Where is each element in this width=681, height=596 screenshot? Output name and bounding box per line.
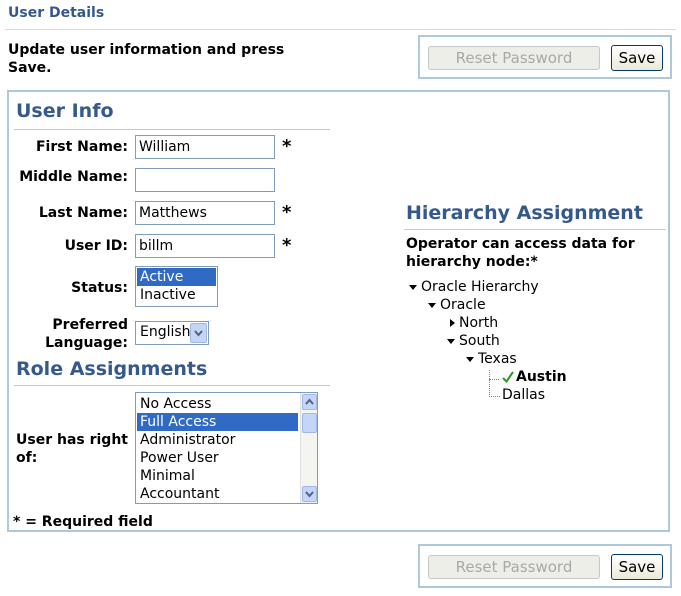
role-label: User has right of:: [16, 432, 128, 466]
save-button-bottom[interactable]: Save: [611, 554, 663, 580]
first-name-input[interactable]: William: [135, 135, 275, 159]
bottom-button-bar: Reset Password Save: [418, 544, 672, 588]
last-name-label: Last Name:: [38, 205, 128, 221]
status-listbox[interactable]: Active Inactive: [135, 266, 218, 307]
save-button-top[interactable]: Save: [611, 45, 663, 71]
role-option-administrator[interactable]: Administrator: [137, 431, 298, 449]
tree-node-label: North: [459, 315, 499, 331]
tree-node-label: Austin: [516, 369, 567, 385]
tree-node-label: South: [459, 333, 500, 349]
intro-text: Update user information and press Save.: [8, 42, 285, 76]
user-info-divider: [14, 129, 330, 130]
page-title: User Details: [8, 5, 105, 21]
role-option-minimal[interactable]: Minimal: [137, 467, 298, 485]
chevron-down-icon[interactable]: [190, 323, 207, 343]
hierarchy-title: Hierarchy Assignment: [406, 202, 643, 224]
status-option-active[interactable]: Active: [137, 268, 216, 286]
tree-node-oracle-hierarchy[interactable]: Oracle Hierarchy: [409, 279, 539, 295]
tree-node-label: Texas: [478, 351, 517, 367]
expand-right-icon[interactable]: [450, 319, 455, 327]
expand-down-icon[interactable]: [409, 284, 417, 290]
tree-node-south[interactable]: South: [447, 333, 500, 349]
user-info-title: User Info: [16, 100, 114, 122]
hierarchy-description: Operator can access data for hierarchy n…: [406, 236, 635, 270]
role-option-full-access[interactable]: Full Access: [137, 413, 298, 431]
expand-down-icon[interactable]: [428, 302, 436, 308]
user-id-input[interactable]: billm: [135, 234, 275, 258]
reset-password-button-bottom[interactable]: Reset Password: [428, 555, 600, 579]
tree-node-north[interactable]: North: [450, 315, 498, 331]
tree-connector: [489, 370, 499, 380]
tree-node-texas[interactable]: Texas: [466, 351, 517, 367]
hierarchy-divider: [404, 229, 666, 230]
checkmark-icon: [502, 371, 514, 384]
role-listbox[interactable]: No Access Full Access Administrator Powe…: [135, 392, 318, 504]
last-name-required: *: [282, 202, 292, 223]
role-option-power-user[interactable]: Power User: [137, 449, 298, 467]
reset-password-button-top[interactable]: Reset Password: [428, 46, 600, 70]
tree-node-label: Oracle: [440, 297, 486, 313]
status-label: Status:: [71, 280, 128, 296]
role-option-no-access[interactable]: No Access: [137, 395, 298, 413]
language-label-line1: Preferred: [52, 317, 128, 333]
middle-name-input[interactable]: [135, 168, 275, 192]
tree-node-label: Dallas: [502, 387, 546, 403]
user-id-label: User ID:: [64, 238, 128, 254]
scroll-up-icon[interactable]: [302, 394, 317, 410]
last-name-input[interactable]: Matthews: [135, 201, 275, 225]
user-id-required: *: [282, 235, 292, 256]
status-option-inactive[interactable]: Inactive: [137, 286, 216, 304]
required-field-note: * = Required field: [13, 514, 153, 530]
tree-node-label: Oracle Hierarchy: [421, 279, 539, 295]
expand-down-icon[interactable]: [447, 338, 455, 344]
language-select-value: English: [140, 324, 191, 340]
role-listbox-scrollbar[interactable]: [300, 393, 317, 503]
scroll-down-icon[interactable]: [302, 486, 317, 502]
middle-name-label: Middle Name:: [19, 169, 128, 185]
tree-node-austin[interactable]: Austin: [502, 369, 567, 385]
role-option-accountant[interactable]: Accountant: [137, 485, 298, 503]
top-button-bar: Reset Password Save: [418, 35, 672, 79]
header-divider: [5, 29, 676, 30]
role-assignments-title: Role Assignments: [16, 358, 208, 380]
tree-node-oracle[interactable]: Oracle: [428, 297, 486, 313]
first-name-label: First Name:: [35, 139, 128, 155]
language-select[interactable]: English: [135, 321, 209, 345]
first-name-required: *: [282, 136, 292, 157]
role-assignments-divider: [14, 385, 330, 386]
tree-node-dallas[interactable]: Dallas: [502, 387, 545, 403]
expand-down-icon[interactable]: [466, 356, 474, 362]
language-label-line2: Language:: [45, 335, 128, 351]
scroll-thumb[interactable]: [302, 413, 317, 433]
